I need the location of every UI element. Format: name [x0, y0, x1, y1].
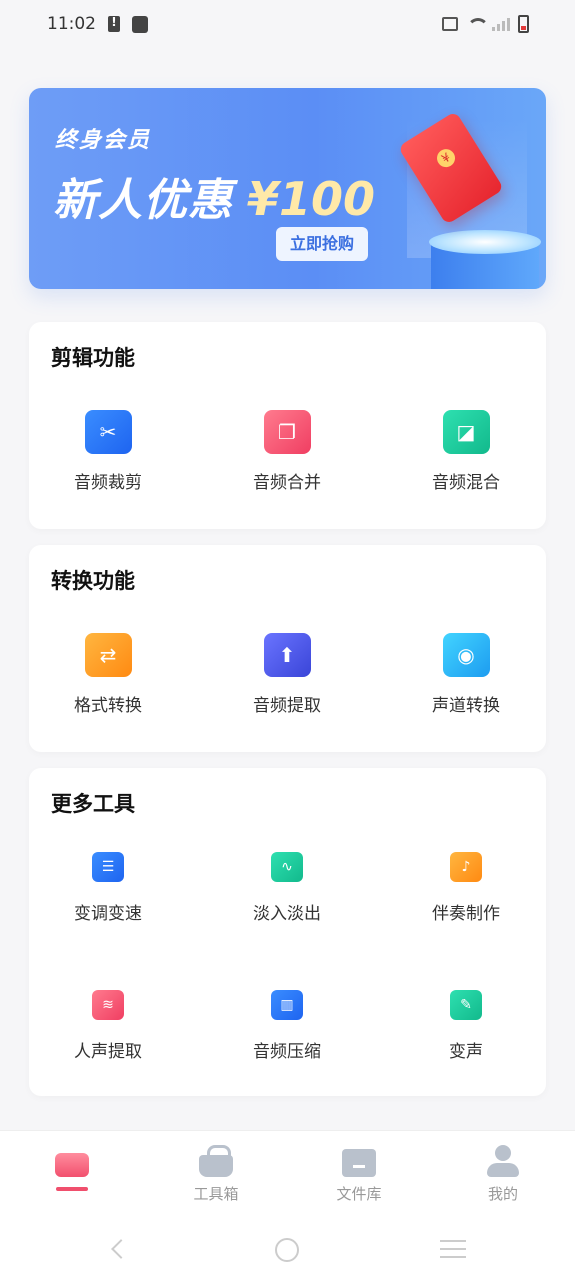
tool-vocal-extract[interactable]: ≋ 人声提取 [38, 990, 178, 1062]
folder-icon [342, 1145, 376, 1177]
tool-channel-convert[interactable]: ◉ 声道转换 [396, 633, 536, 716]
tool-label: 音频提取 [253, 696, 321, 716]
battery-icon [518, 15, 529, 33]
nav-mine[interactable]: 我的 [458, 1145, 548, 1204]
home-circle-icon[interactable] [275, 1238, 299, 1262]
status-right [442, 15, 529, 33]
mix-icon: ◪ [442, 410, 490, 454]
alert-icon [108, 15, 120, 32]
status-bar: 11:02 [0, 0, 575, 48]
tool-label: 人声提取 [74, 1042, 142, 1062]
bottom-nav: 工具箱 文件库 我的 [0, 1130, 575, 1218]
tool-pitch-speed[interactable]: ☰ 变调变速 [38, 852, 178, 924]
voice-icon: ≋ [92, 990, 124, 1020]
toolbox-icon [199, 1145, 233, 1177]
banner-headline-text: 新人优惠 [53, 175, 233, 226]
tool-fade[interactable]: ∿ 淡入淡出 [217, 852, 357, 924]
tool-format-convert[interactable]: ⇄ 格式转换 [38, 633, 178, 716]
status-time: 11:02 [47, 14, 96, 34]
system-nav-bar [0, 1218, 575, 1280]
sliders-icon: ☰ [92, 852, 124, 882]
signal-icon [492, 17, 510, 31]
nav-file-library[interactable]: 文件库 [314, 1145, 404, 1204]
nav-label: 文件库 [336, 1185, 382, 1203]
tool-label: 音频合并 [253, 473, 321, 493]
back-icon[interactable] [111, 1239, 131, 1259]
banner-price: ¥100 [247, 172, 376, 226]
edit-section: 剪辑功能 ✂ 音频裁剪 ❐ 音频合并 ◪ 音频混合 [29, 322, 546, 529]
tool-label: 伴奏制作 [432, 904, 500, 924]
user-icon [486, 1145, 520, 1177]
channel-icon: ◉ [442, 633, 490, 677]
extract-icon: ⬆ [263, 633, 311, 677]
tool-voice-change[interactable]: ✎ 变声 [396, 990, 536, 1062]
tool-label: 音频混合 [432, 473, 500, 493]
tool-label: 声道转换 [432, 696, 500, 716]
tool-audio-extract[interactable]: ⬆ 音频提取 [217, 633, 357, 716]
section-title: 剪辑功能 [51, 346, 135, 370]
tool-accompaniment[interactable]: ♪ 伴奏制作 [396, 852, 536, 924]
promo-banner[interactable]: 终身会员 新人优惠 ¥100 立即抢购 [29, 88, 546, 289]
menu-icon[interactable] [440, 1240, 466, 1264]
tool-label: 音频裁剪 [74, 473, 142, 493]
music-note-icon: ♪ [450, 852, 482, 882]
buy-now-button[interactable]: 立即抢购 [276, 227, 368, 261]
red-packet-icon [397, 108, 541, 289]
tool-audio-merge[interactable]: ❐ 音频合并 [217, 410, 357, 493]
tool-audio-mix[interactable]: ◪ 音频混合 [396, 410, 536, 493]
zip-icon: ▥ [271, 990, 303, 1020]
convert-section: 转换功能 ⇄ 格式转换 ⬆ 音频提取 ◉ 声道转换 [29, 545, 546, 752]
nav-label: 工具箱 [193, 1185, 239, 1203]
active-indicator [56, 1187, 88, 1191]
waveform-icon: ∿ [271, 852, 303, 882]
nav-home[interactable] [27, 1145, 117, 1191]
voice-change-icon: ✎ [450, 990, 482, 1020]
section-title: 转换功能 [51, 569, 135, 593]
format-convert-icon: ⇄ [84, 633, 132, 677]
nav-label: 我的 [487, 1185, 518, 1203]
tool-audio-compress[interactable]: ▥ 音频压缩 [217, 990, 357, 1062]
merge-icon: ❐ [263, 410, 311, 454]
home-icon [55, 1145, 89, 1177]
wifi-icon [466, 17, 489, 31]
banner-headline: 新人优惠 ¥100 [53, 164, 375, 228]
tool-audio-trim[interactable]: ✂ 音频裁剪 [38, 410, 178, 493]
nav-toolbox[interactable]: 工具箱 [171, 1145, 261, 1204]
banner-tag: 终身会员 [55, 128, 152, 153]
tool-label: 淡入淡出 [253, 904, 321, 924]
tool-label: 变声 [449, 1042, 483, 1062]
vibrate-icon [442, 17, 458, 31]
tool-label: 变调变速 [74, 904, 142, 924]
more-tools-section: 更多工具 ☰ 变调变速 ∿ 淡入淡出 ♪ 伴奏制作 ≋ 人声提取 ▥ 音频压缩 … [29, 768, 546, 1096]
tool-label: 格式转换 [74, 696, 142, 716]
shopping-bag-icon [132, 15, 148, 33]
tool-label: 音频压缩 [253, 1042, 321, 1062]
section-title: 更多工具 [51, 792, 135, 816]
status-left: 11:02 [47, 14, 148, 34]
scissors-icon: ✂ [84, 410, 132, 454]
